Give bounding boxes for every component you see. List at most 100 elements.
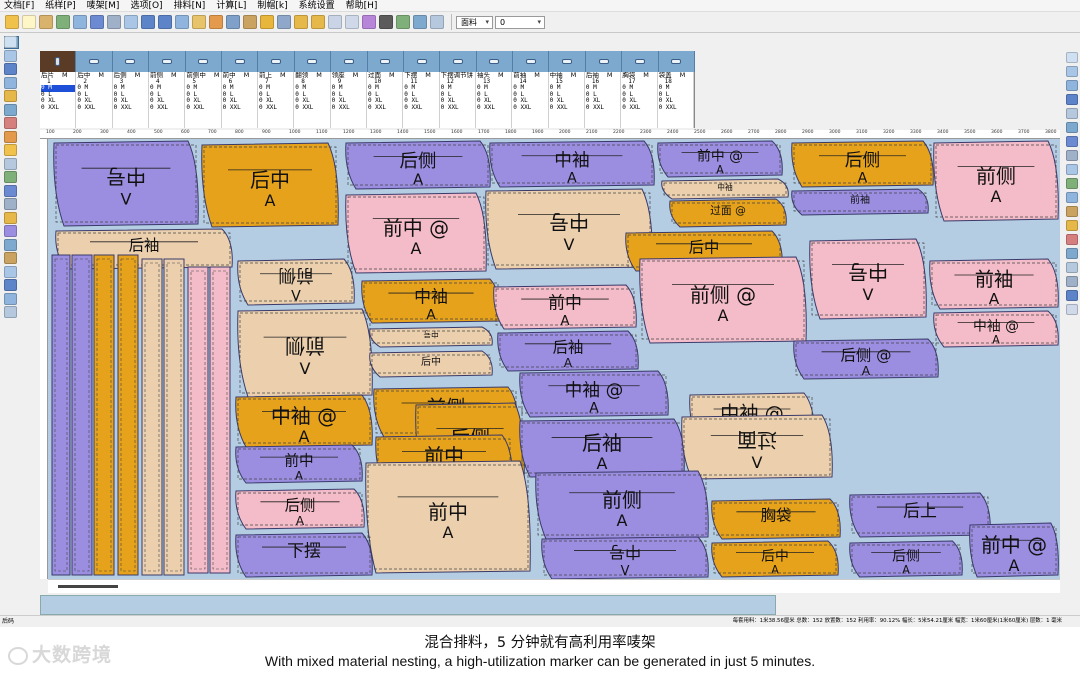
piece-column[interactable]: 后袖 M 16 0 M0 L0 XL 0 XXL (585, 72, 622, 128)
left-tool-16-icon[interactable] (3, 252, 17, 264)
material-value-select[interactable]: 0 ▾ (495, 15, 545, 29)
right-tool-14-icon[interactable] (1065, 248, 1078, 259)
piece-size-row[interactable]: 0 XXL (622, 104, 656, 112)
menu-item-1[interactable]: 纸样[P] (45, 0, 75, 12)
marker-piece[interactable]: 前袖A (929, 258, 1059, 310)
piece-size-row[interactable]: 0 XXL (659, 104, 693, 112)
piece-thumbnail[interactable] (404, 51, 441, 72)
left-tool-9-icon[interactable] (3, 157, 17, 170)
marker-piece[interactable]: 中袖 @A (519, 370, 669, 418)
right-tool-18-icon[interactable] (1065, 304, 1078, 315)
piece-size-row[interactable]: 0 XXL (223, 104, 257, 112)
piece-thumbnail[interactable] (477, 51, 514, 72)
menu-item-6[interactable]: 制帽[k] (257, 0, 287, 12)
right-tool-12-icon[interactable] (1065, 220, 1078, 231)
left-tool-15-icon[interactable] (3, 238, 17, 251)
marker-piece[interactable]: 胸袋 (711, 498, 841, 540)
piece-thumbnail[interactable] (549, 51, 586, 72)
rotate-icon[interactable] (328, 15, 342, 29)
marker-piece[interactable]: 过面 @ (669, 198, 787, 228)
marker-piece[interactable]: 后侧A (791, 140, 934, 188)
piece-size-row[interactable]: 0 XXL (477, 104, 511, 112)
menu-item-3[interactable]: 选项[O] (130, 0, 162, 12)
open-folder-icon[interactable] (39, 15, 53, 29)
left-tool-20-icon[interactable] (3, 306, 17, 318)
left-tool-4-icon[interactable] (3, 90, 17, 102)
piece-column[interactable]: 前袖 M 14 0 M0 L0 XL 0 XXL (512, 72, 549, 128)
calc-icon[interactable] (243, 15, 257, 29)
marker-piece[interactable]: 前侧A (933, 140, 1059, 222)
material-select[interactable]: 面料 ▾ (456, 15, 493, 29)
piece-size-row[interactable]: 0 XXL (295, 104, 329, 112)
marker-piece[interactable]: 中袖A (489, 140, 655, 188)
marker-piece[interactable]: 中号V (809, 238, 927, 320)
left-tool-5-icon[interactable] (3, 103, 17, 116)
menu-item-7[interactable]: 系统设置 (299, 0, 335, 12)
piece-column[interactable]: 领座 M 9 0 M0 L0 XL 0 XXL (331, 72, 367, 128)
marker-piece[interactable]: 前中 @A (345, 192, 487, 274)
marker-piece[interactable]: 下摆 (235, 532, 373, 578)
piece-column[interactable]: 前侧 M 4 0 M0 L0 XL 0 XXL (149, 72, 186, 128)
marker-piece[interactable]: 中号 (369, 326, 493, 348)
marker-piece[interactable]: 前袖 (791, 188, 929, 216)
marker-piece[interactable]: 前中A (235, 444, 363, 484)
piece-thumbnail[interactable] (258, 51, 295, 72)
marker-piece[interactable]: 后袖A (497, 330, 639, 372)
left-tool-7-icon[interactable] (3, 130, 17, 143)
save-icon[interactable] (73, 15, 87, 29)
left-tool-1-icon[interactable] (3, 49, 17, 62)
left-tool-19-icon[interactable] (3, 292, 17, 305)
piece-column[interactable]: 后侧 M 3 0 M0 L0 XL 0 XXL (113, 72, 149, 128)
marker-piece[interactable]: 前侧V (237, 308, 373, 398)
marker-piece[interactable]: 前中 @A (657, 140, 783, 178)
marker-piece[interactable]: 中袖A (361, 278, 501, 324)
left-tool-18-icon[interactable] (3, 279, 17, 291)
left-tool-2-icon[interactable] (3, 63, 17, 75)
pin-icon[interactable] (379, 15, 393, 29)
marker-piece[interactable]: 过面V (681, 414, 833, 480)
marker-piece[interactable]: 中号V (485, 188, 653, 270)
piece-column[interactable]: 中袖 M 15 0 M0 L0 XL 0 XXL (549, 72, 585, 128)
right-tool-1-icon[interactable] (1065, 66, 1078, 77)
marker-piece[interactable]: 前侧V (237, 258, 355, 306)
piece-size-row[interactable]: 0 XXL (114, 104, 148, 112)
piece-column[interactable]: 下摆 M 11 0 M0 L0 XL 0 XXL (403, 72, 440, 128)
menu-item-5[interactable]: 计算[L] (216, 0, 246, 12)
piece-size-row[interactable]: 0 XXL (77, 104, 111, 112)
left-tool-8-icon[interactable] (3, 144, 17, 156)
marker-overview-bar[interactable] (40, 595, 776, 615)
piece-thumbnail[interactable] (113, 51, 150, 72)
marker-piece[interactable]: 前侧 @A (639, 256, 807, 344)
right-tool-17-icon[interactable] (1065, 290, 1078, 301)
right-tool-4-icon[interactable] (1065, 108, 1078, 119)
piece-thumbnail[interactable] (40, 51, 77, 72)
piece-tool-icon[interactable] (175, 15, 189, 29)
right-tool-10-icon[interactable] (1065, 192, 1078, 203)
piece-thumbnail[interactable] (149, 51, 186, 72)
open-icon[interactable] (5, 15, 19, 29)
layers-icon[interactable] (413, 15, 427, 29)
left-tool-3-icon[interactable] (3, 76, 17, 89)
left-tool-10-icon[interactable] (3, 171, 17, 183)
marker-canvas[interactable]: 中号 V 后中 A 后侧 A 前中 @ A 后侧 A 中袖 A 中号 V 前中 @ A 中袖 过面 @ 前侧 A 前袖后… (48, 139, 1060, 579)
piece-thumbnail[interactable] (622, 51, 659, 72)
right-tool-13-icon[interactable] (1065, 234, 1078, 245)
piece-column[interactable]: 袋盖 M 18 0 M0 L0 XL 0 XXL (658, 72, 694, 128)
piece-thumbnail[interactable] (331, 51, 368, 72)
marker-piece[interactable]: 后中A (201, 142, 339, 228)
marker-piece[interactable]: 前中A (493, 284, 637, 330)
marker-piece[interactable]: 前侧A (535, 470, 709, 540)
plot-icon[interactable] (107, 15, 121, 29)
menu-item-0[interactable]: 文档[F] (4, 0, 34, 12)
undo-icon[interactable] (141, 15, 155, 29)
piece-size-row[interactable]: 0 XXL (550, 104, 584, 112)
piece-size-row[interactable]: 0 XXL (186, 104, 220, 112)
piece-thumbnail[interactable] (440, 51, 477, 72)
piece-size-row[interactable]: 0 XXL (150, 104, 184, 112)
redo-icon[interactable] (158, 15, 172, 29)
left-tool-17-icon[interactable] (3, 265, 17, 278)
right-tool-15-icon[interactable] (1065, 262, 1078, 273)
edit-piece-icon[interactable] (192, 15, 206, 29)
marker-piece[interactable]: 后中A (711, 540, 839, 578)
right-tool-7-icon[interactable] (1065, 150, 1078, 161)
